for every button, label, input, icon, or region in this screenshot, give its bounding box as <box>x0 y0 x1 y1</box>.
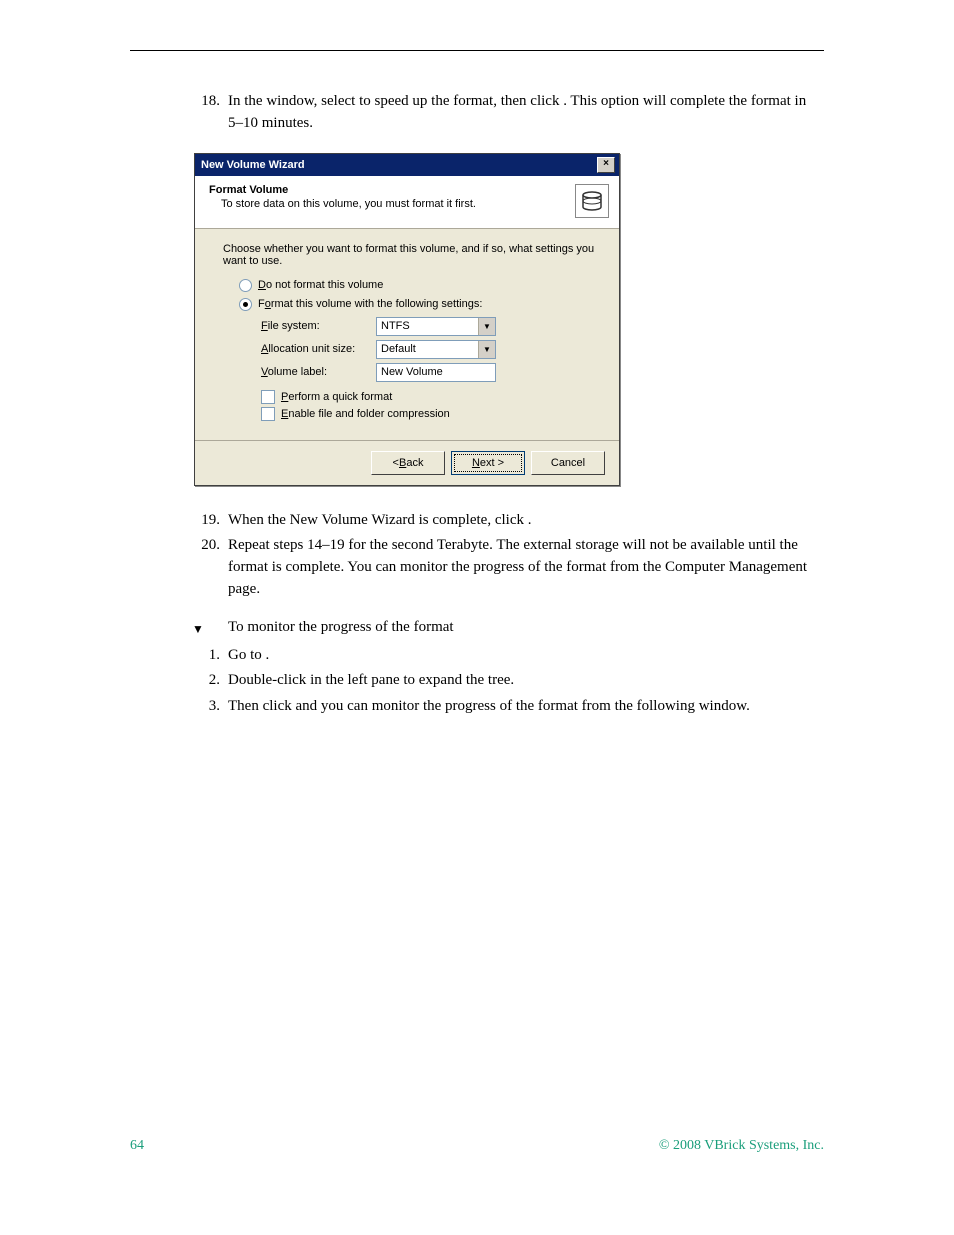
checkbox-icon <box>261 407 275 421</box>
new-volume-wizard-dialog: New Volume Wizard × Format Volume To sto… <box>194 153 620 486</box>
triangle-marker-icon: ▼ <box>130 619 228 639</box>
step-body: In the window, select to speed up the fo… <box>228 91 824 135</box>
next-button[interactable]: Next > <box>451 451 525 475</box>
step-18: 18. In the window, select to speed up th… <box>130 91 824 135</box>
text: window, select <box>266 93 359 109</box>
text: . <box>266 647 270 663</box>
dialog-body: Choose whether you want to format this v… <box>195 229 619 441</box>
text: Go to <box>228 647 266 663</box>
chevron-down-icon: ▼ <box>478 318 495 335</box>
step-number: 2. <box>130 670 228 692</box>
radio-format-with-settings[interactable]: Format this volume with the following se… <box>239 298 597 311</box>
substep-3: 3. Then click and you can monitor the pr… <box>130 696 824 718</box>
dialog-header-title: Format Volume <box>209 184 476 196</box>
volume-label-input[interactable]: New Volume <box>376 363 496 382</box>
volume-label-label: Volume label: <box>261 366 376 378</box>
allocation-unit-combo[interactable]: Default ▼ <box>376 340 496 359</box>
page-number: 64 <box>130 1138 144 1154</box>
checkbox-label: Perform a quick format <box>281 391 392 403</box>
chevron-down-icon: ▼ <box>478 341 495 358</box>
radio-icon <box>239 298 252 311</box>
close-icon: × <box>603 158 609 169</box>
radio-label: Do not format this volume <box>258 279 383 291</box>
text: Double-click <box>228 672 310 688</box>
dialog-header: Format Volume To store data on this volu… <box>195 176 619 229</box>
checkbox-compression[interactable]: Enable file and folder compression <box>261 407 597 421</box>
step-body: Go to . <box>228 645 824 667</box>
step-number: 1. <box>130 645 228 667</box>
sub-heading-row: ▼ To monitor the progress of the format <box>130 619 824 639</box>
step-number: 18. <box>130 91 228 135</box>
step-number: 3. <box>130 696 228 718</box>
text: . <box>528 512 532 528</box>
cancel-button[interactable]: Cancel <box>531 451 605 475</box>
file-system-combo[interactable]: NTFS ▼ <box>376 317 496 336</box>
step-body: Repeat steps 14–19 for the second Teraby… <box>228 535 824 600</box>
dialog-title: New Volume Wizard <box>201 159 305 171</box>
step-number: 20. <box>130 535 228 600</box>
back-button[interactable]: < Back <box>371 451 445 475</box>
text: Then click <box>228 698 295 714</box>
close-button[interactable]: × <box>597 157 615 173</box>
checkbox-label: Enable file and folder compression <box>281 408 450 420</box>
checkbox-quick-format[interactable]: Perform a quick format <box>261 390 597 404</box>
radio-label: Format this volume with the following se… <box>258 298 482 310</box>
top-rule <box>130 50 824 51</box>
text: and you can monitor the progress of the … <box>295 698 749 714</box>
sub-heading: To monitor the progress of the format <box>228 619 824 639</box>
copyright: © 2008 VBrick Systems, Inc. <box>659 1138 824 1154</box>
allocation-unit-label: Allocation unit size: <box>261 343 376 355</box>
step-20: 20. Repeat steps 14–19 for the second Te… <box>130 535 824 600</box>
text: in the left pane to expand the tree. <box>310 672 514 688</box>
dialog-footer: < Back Next > Cancel <box>195 441 619 485</box>
substep-2: 2. Double-click in the left pane to expa… <box>130 670 824 692</box>
disk-icon <box>575 184 609 218</box>
text: to speed up the format, then click <box>359 93 563 109</box>
step-body: Double-click in the left pane to expand … <box>228 670 824 692</box>
step-body: Then click and you can monitor the progr… <box>228 696 824 718</box>
file-system-label: File system: <box>261 320 376 332</box>
text: In the <box>228 93 266 109</box>
text: When the New Volume Wizard is complete, … <box>228 512 528 528</box>
page-footer: 64 © 2008 VBrick Systems, Inc. <box>130 1138 824 1154</box>
step-body: When the New Volume Wizard is complete, … <box>228 510 824 532</box>
dialog-prompt: Choose whether you want to format this v… <box>223 243 597 267</box>
radio-do-not-format[interactable]: Do not format this volume <box>239 279 597 292</box>
radio-icon <box>239 279 252 292</box>
step-number: 19. <box>130 510 228 532</box>
dialog-titlebar: New Volume Wizard × <box>195 154 619 176</box>
checkbox-icon <box>261 390 275 404</box>
step-19: 19. When the New Volume Wizard is comple… <box>130 510 824 532</box>
dialog-header-subtitle: To store data on this volume, you must f… <box>209 198 476 210</box>
substep-1: 1. Go to . <box>130 645 824 667</box>
